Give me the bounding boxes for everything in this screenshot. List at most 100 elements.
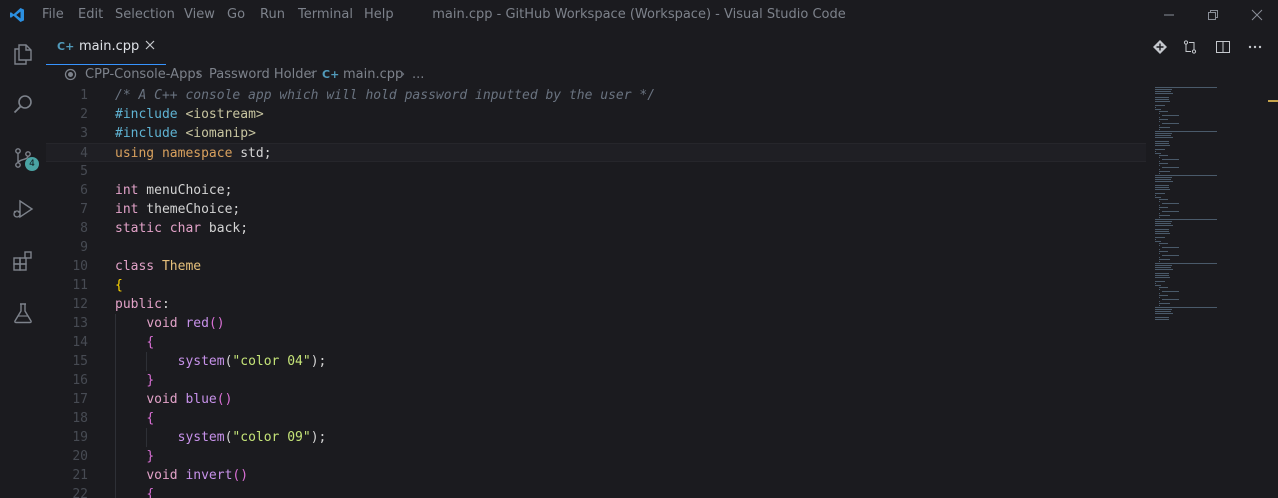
code-line[interactable]: 20 }: [46, 447, 1146, 466]
line-number: 22: [72, 487, 88, 498]
code-line[interactable]: 22 {: [46, 485, 1146, 498]
code-text: void blue(): [115, 390, 232, 409]
search-icon: [13, 95, 32, 114]
breadcrumb-segment-file[interactable]: main.cpp: [343, 67, 403, 82]
minimap-line: [1155, 153, 1162, 154]
minimap-line: [1155, 233, 1171, 234]
compare-changes-button[interactable]: [1179, 37, 1201, 57]
more-actions-button[interactable]: [1244, 37, 1266, 57]
code-token: );: [310, 430, 327, 445]
minimize-button[interactable]: [1146, 0, 1192, 30]
code-token: using namespace: [115, 146, 233, 161]
code-line[interactable]: 21 void invert(): [46, 466, 1146, 485]
minimap-line: [1155, 311, 1172, 312]
line-number: 18: [72, 411, 88, 426]
code-token: <iomanip>: [185, 126, 256, 141]
code-line[interactable]: 15 system("color 04");: [46, 352, 1146, 371]
indent-guide: [115, 428, 116, 447]
minimap-line: [1158, 201, 1160, 202]
activity-search[interactable]: [0, 80, 46, 128]
restore-button[interactable]: [1190, 0, 1236, 30]
code-line[interactable]: 19 system("color 09");: [46, 428, 1146, 447]
minimap-line: [1158, 199, 1168, 200]
activity-testing[interactable]: [0, 289, 46, 337]
code-line[interactable]: 14 {: [46, 333, 1146, 352]
indent-guide: [115, 352, 116, 371]
minimap-line: [1158, 289, 1160, 290]
minimap-line: [1155, 97, 1169, 98]
code-line[interactable]: 13 void red(): [46, 314, 1146, 333]
minimap-line: [1155, 99, 1170, 100]
minimap-line: [1158, 259, 1171, 260]
line-number: 20: [72, 449, 88, 464]
minimap-line: [1158, 117, 1160, 118]
minimap-line: [1162, 291, 1180, 292]
breadcrumb-segment-repo[interactable]: CPP-Console-Apps: [85, 67, 202, 82]
minimap-line: [1158, 111, 1168, 112]
code-line[interactable]: 8 static char back;: [46, 219, 1146, 238]
code-line[interactable]: 18 {: [46, 409, 1146, 428]
close-window-button[interactable]: [1234, 0, 1278, 30]
code-text: #include <iostream>: [115, 105, 264, 124]
tab-bar: C+ main.cpp: [46, 30, 1278, 65]
open-changes-button[interactable]: [1149, 37, 1171, 57]
minimap-line: [1158, 171, 1171, 172]
breadcrumb-segment-symbol[interactable]: ...: [412, 67, 424, 82]
code-line[interactable]: 16 }: [46, 371, 1146, 390]
code-line[interactable]: 11 {: [46, 276, 1146, 295]
minimize-icon: [1164, 14, 1174, 16]
tab-main-cpp[interactable]: C+ main.cpp: [46, 30, 166, 65]
minimap-line: [1155, 175, 1218, 176]
code-line[interactable]: 4 using namespace std;: [46, 143, 1146, 162]
minimap-line: [1162, 247, 1180, 248]
minimap-line: [1158, 217, 1160, 218]
code-line[interactable]: 17 void blue(): [46, 390, 1146, 409]
code-line[interactable]: 5: [46, 162, 1146, 181]
activity-source-control[interactable]: [0, 134, 46, 182]
code-line[interactable]: 7 int themeChoice;: [46, 200, 1146, 219]
minimap[interactable]: [1152, 85, 1270, 325]
minimap-line: [1158, 155, 1168, 156]
code-token: menuChoice;: [138, 183, 233, 198]
minimap-line: [1155, 177, 1173, 178]
code-editor[interactable]: 1 /* A C++ console app which will hold pa…: [46, 85, 1146, 498]
code-line[interactable]: 3 #include <iomanip>: [46, 124, 1146, 143]
code-token: invert: [185, 468, 233, 483]
code-line[interactable]: 9: [46, 238, 1146, 257]
code-line[interactable]: 1 /* A C++ console app which will hold pa…: [46, 86, 1146, 105]
activity-explorer[interactable]: [0, 30, 46, 78]
breadcrumb-segment-folder[interactable]: Password Holder: [209, 67, 317, 82]
window-title: main.cpp - GitHub Workspace (Workspace) …: [432, 7, 846, 22]
tab-close-button[interactable]: [145, 38, 155, 54]
code-token: blue: [185, 392, 217, 407]
code-token: "color 04": [232, 354, 311, 369]
diff-diamond-icon: [1153, 40, 1167, 54]
code-token: }: [146, 373, 155, 388]
minimap-line: [1155, 319, 1170, 320]
minimap-line: [1158, 207, 1169, 208]
minimap-line: [1158, 303, 1171, 304]
minimap-line: [1155, 189, 1171, 190]
minimap-line: [1155, 309, 1173, 310]
code-line[interactable]: 6 int menuChoice;: [46, 181, 1146, 200]
code-line[interactable]: 10 class Theme: [46, 257, 1146, 276]
minimap-line: [1158, 113, 1160, 114]
code-text: /* A C++ console app which will hold pas…: [115, 86, 655, 105]
activity-extensions[interactable]: [0, 237, 46, 285]
source-control-badge: 4: [25, 157, 39, 171]
split-editor-button[interactable]: [1212, 37, 1234, 57]
activity-run-debug[interactable]: [0, 185, 46, 233]
minimap-line: [1158, 257, 1160, 258]
code-token: {: [115, 278, 123, 293]
code-line[interactable]: 2 #include <iostream>: [46, 105, 1146, 124]
activity-bar: 4: [0, 30, 46, 498]
minimap-line: [1155, 237, 1165, 238]
code-text: {: [115, 409, 154, 428]
code-token: (): [232, 468, 249, 483]
run-debug-icon: [13, 199, 34, 219]
code-line[interactable]: 12 public:: [46, 295, 1146, 314]
code-token: Theme: [161, 259, 202, 274]
